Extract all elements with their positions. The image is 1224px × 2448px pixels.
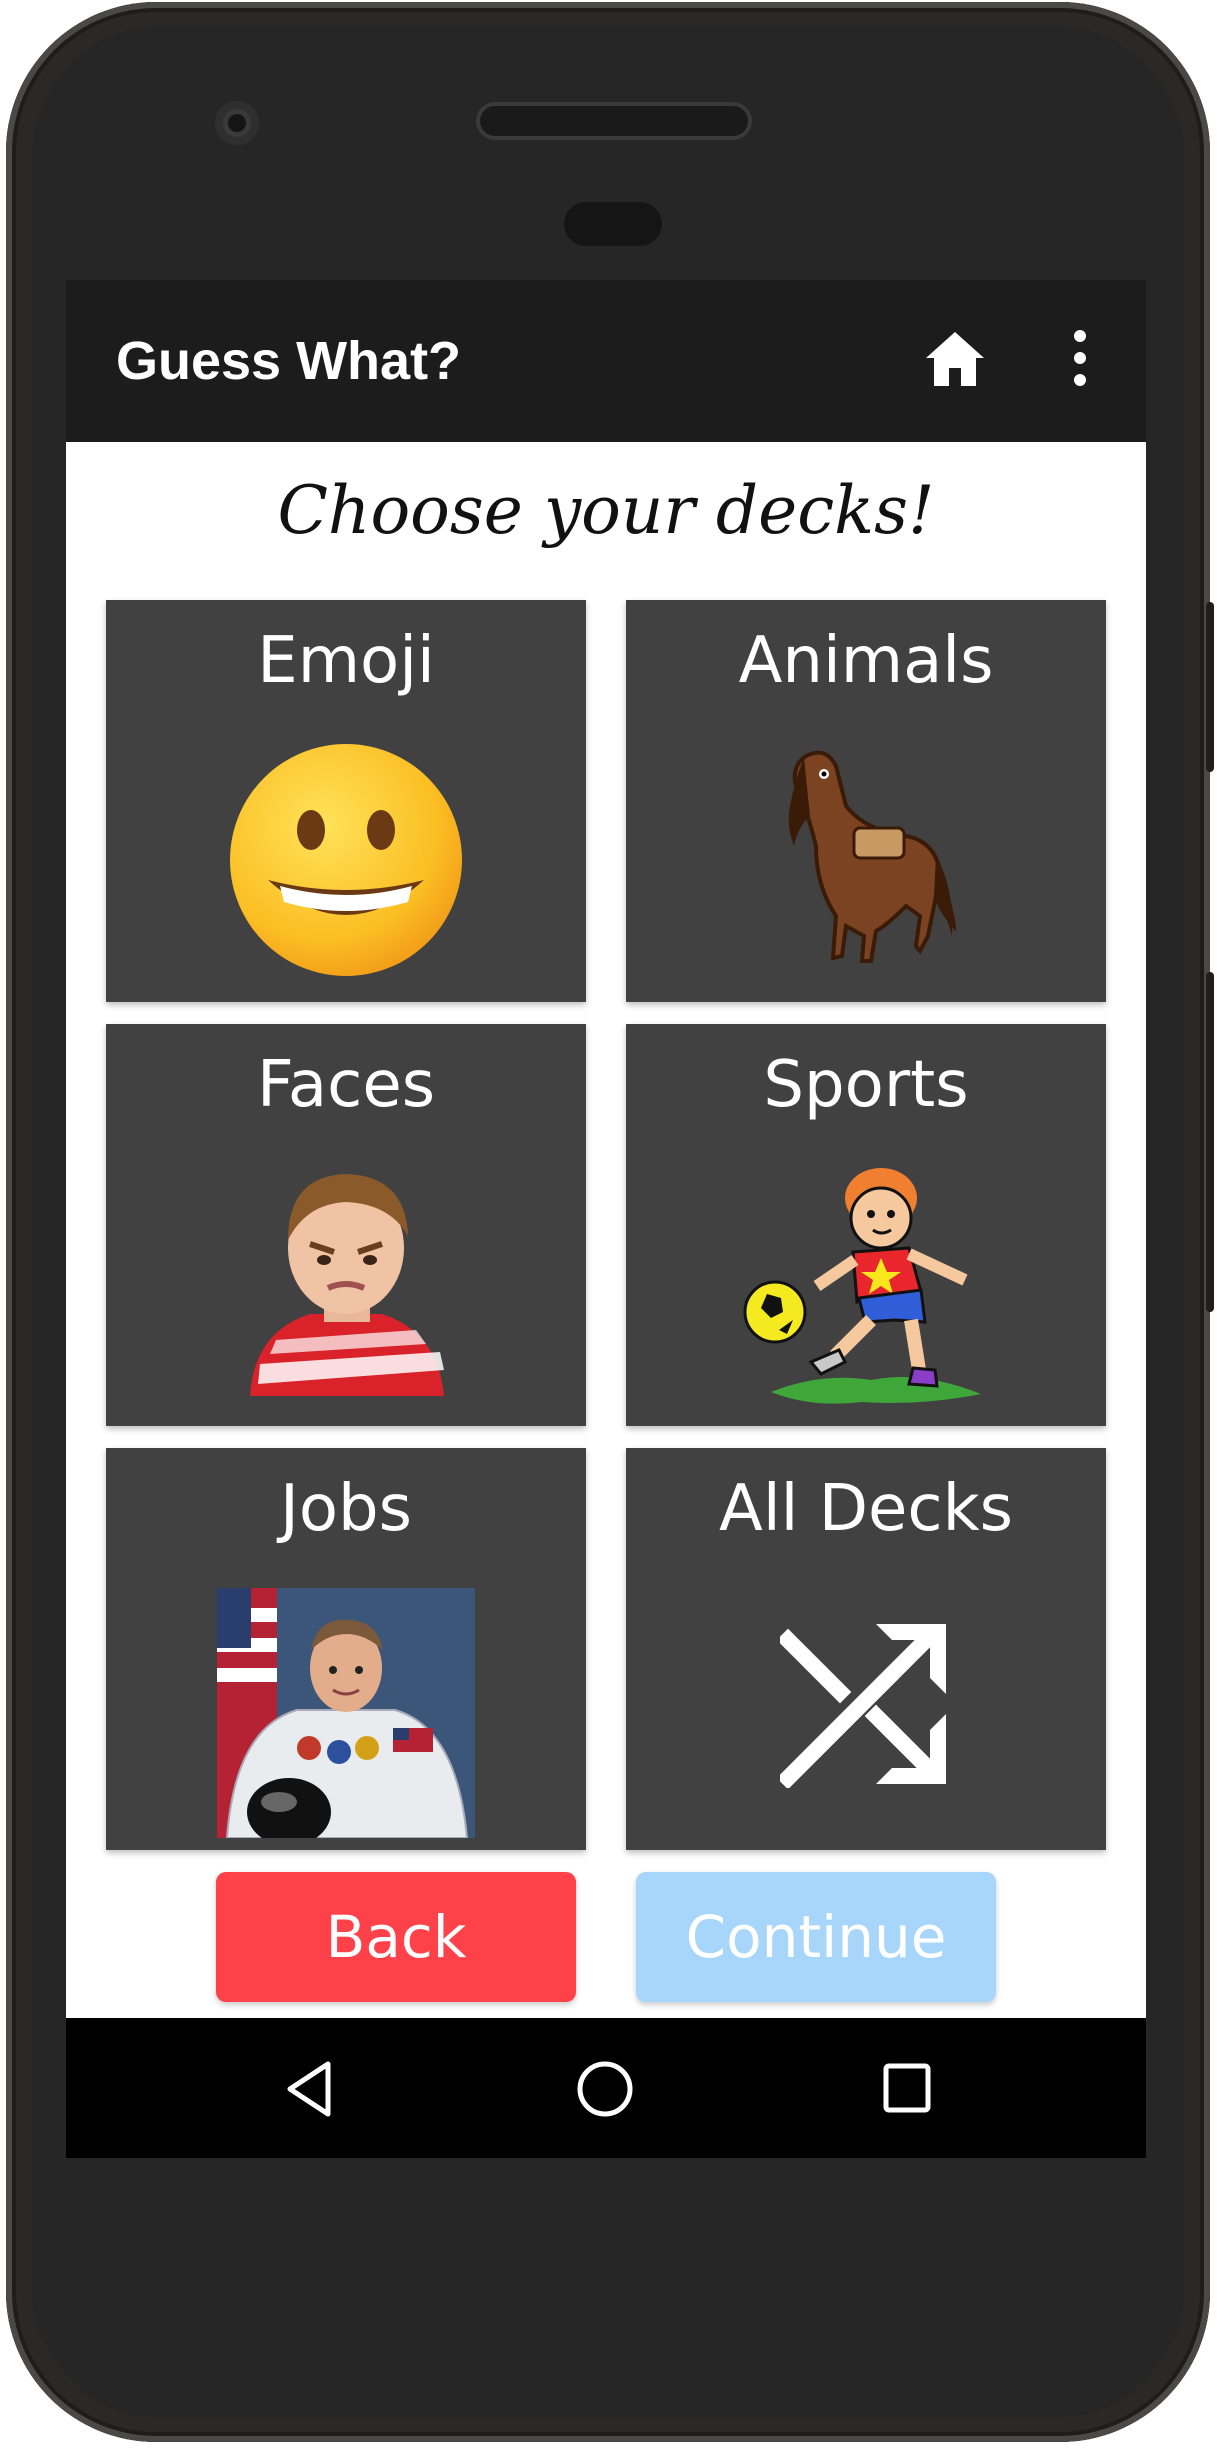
proximity-sensor bbox=[564, 202, 662, 246]
shuffle-icon bbox=[776, 1618, 952, 1792]
back-button[interactable]: Back bbox=[216, 1872, 576, 2002]
deck-label: Animals bbox=[738, 624, 994, 698]
home-icon[interactable] bbox=[924, 330, 986, 388]
soccer-player-icon bbox=[741, 1162, 991, 1416]
deck-card-jobs[interactable]: Jobs bbox=[106, 1448, 586, 1850]
deck-label: All Decks bbox=[719, 1472, 1013, 1546]
app-screen: Guess What? Choose your decks! Emoji Ani… bbox=[66, 280, 1146, 2158]
deck-card-sports[interactable]: Sports bbox=[626, 1024, 1106, 1426]
home-nav-icon[interactable] bbox=[576, 2060, 634, 2122]
horse-icon bbox=[776, 736, 958, 970]
front-camera bbox=[215, 101, 259, 145]
page-heading: Choose your decks! bbox=[277, 472, 935, 549]
power-button bbox=[1206, 602, 1214, 772]
deck-card-animals[interactable]: Animals bbox=[626, 600, 1106, 1002]
deck-card-all-decks[interactable]: All Decks bbox=[626, 1448, 1106, 1850]
deck-card-faces[interactable]: Faces bbox=[106, 1024, 586, 1426]
app-bar: Guess What? bbox=[66, 280, 1146, 442]
app-title: Guess What? bbox=[116, 331, 462, 391]
system-nav-bar bbox=[66, 2018, 1146, 2158]
deck-label: Faces bbox=[256, 1048, 436, 1122]
deck-label: Emoji bbox=[257, 624, 435, 698]
back-nav-icon[interactable] bbox=[284, 2060, 334, 2122]
recents-nav-icon[interactable] bbox=[882, 2062, 932, 2118]
grinning-emoji-icon bbox=[226, 740, 466, 984]
continue-button[interactable]: Continue bbox=[636, 1872, 996, 2002]
deck-label: Sports bbox=[763, 1048, 969, 1122]
astronaut-photo bbox=[217, 1588, 475, 1846]
frowning-child-photo bbox=[240, 1164, 452, 1400]
overflow-menu-icon[interactable] bbox=[1070, 330, 1090, 386]
deck-card-emoji[interactable]: Emoji bbox=[106, 600, 586, 1002]
volume-button bbox=[1206, 972, 1214, 1312]
earpiece-speaker bbox=[480, 106, 748, 136]
deck-label: Jobs bbox=[280, 1472, 412, 1546]
